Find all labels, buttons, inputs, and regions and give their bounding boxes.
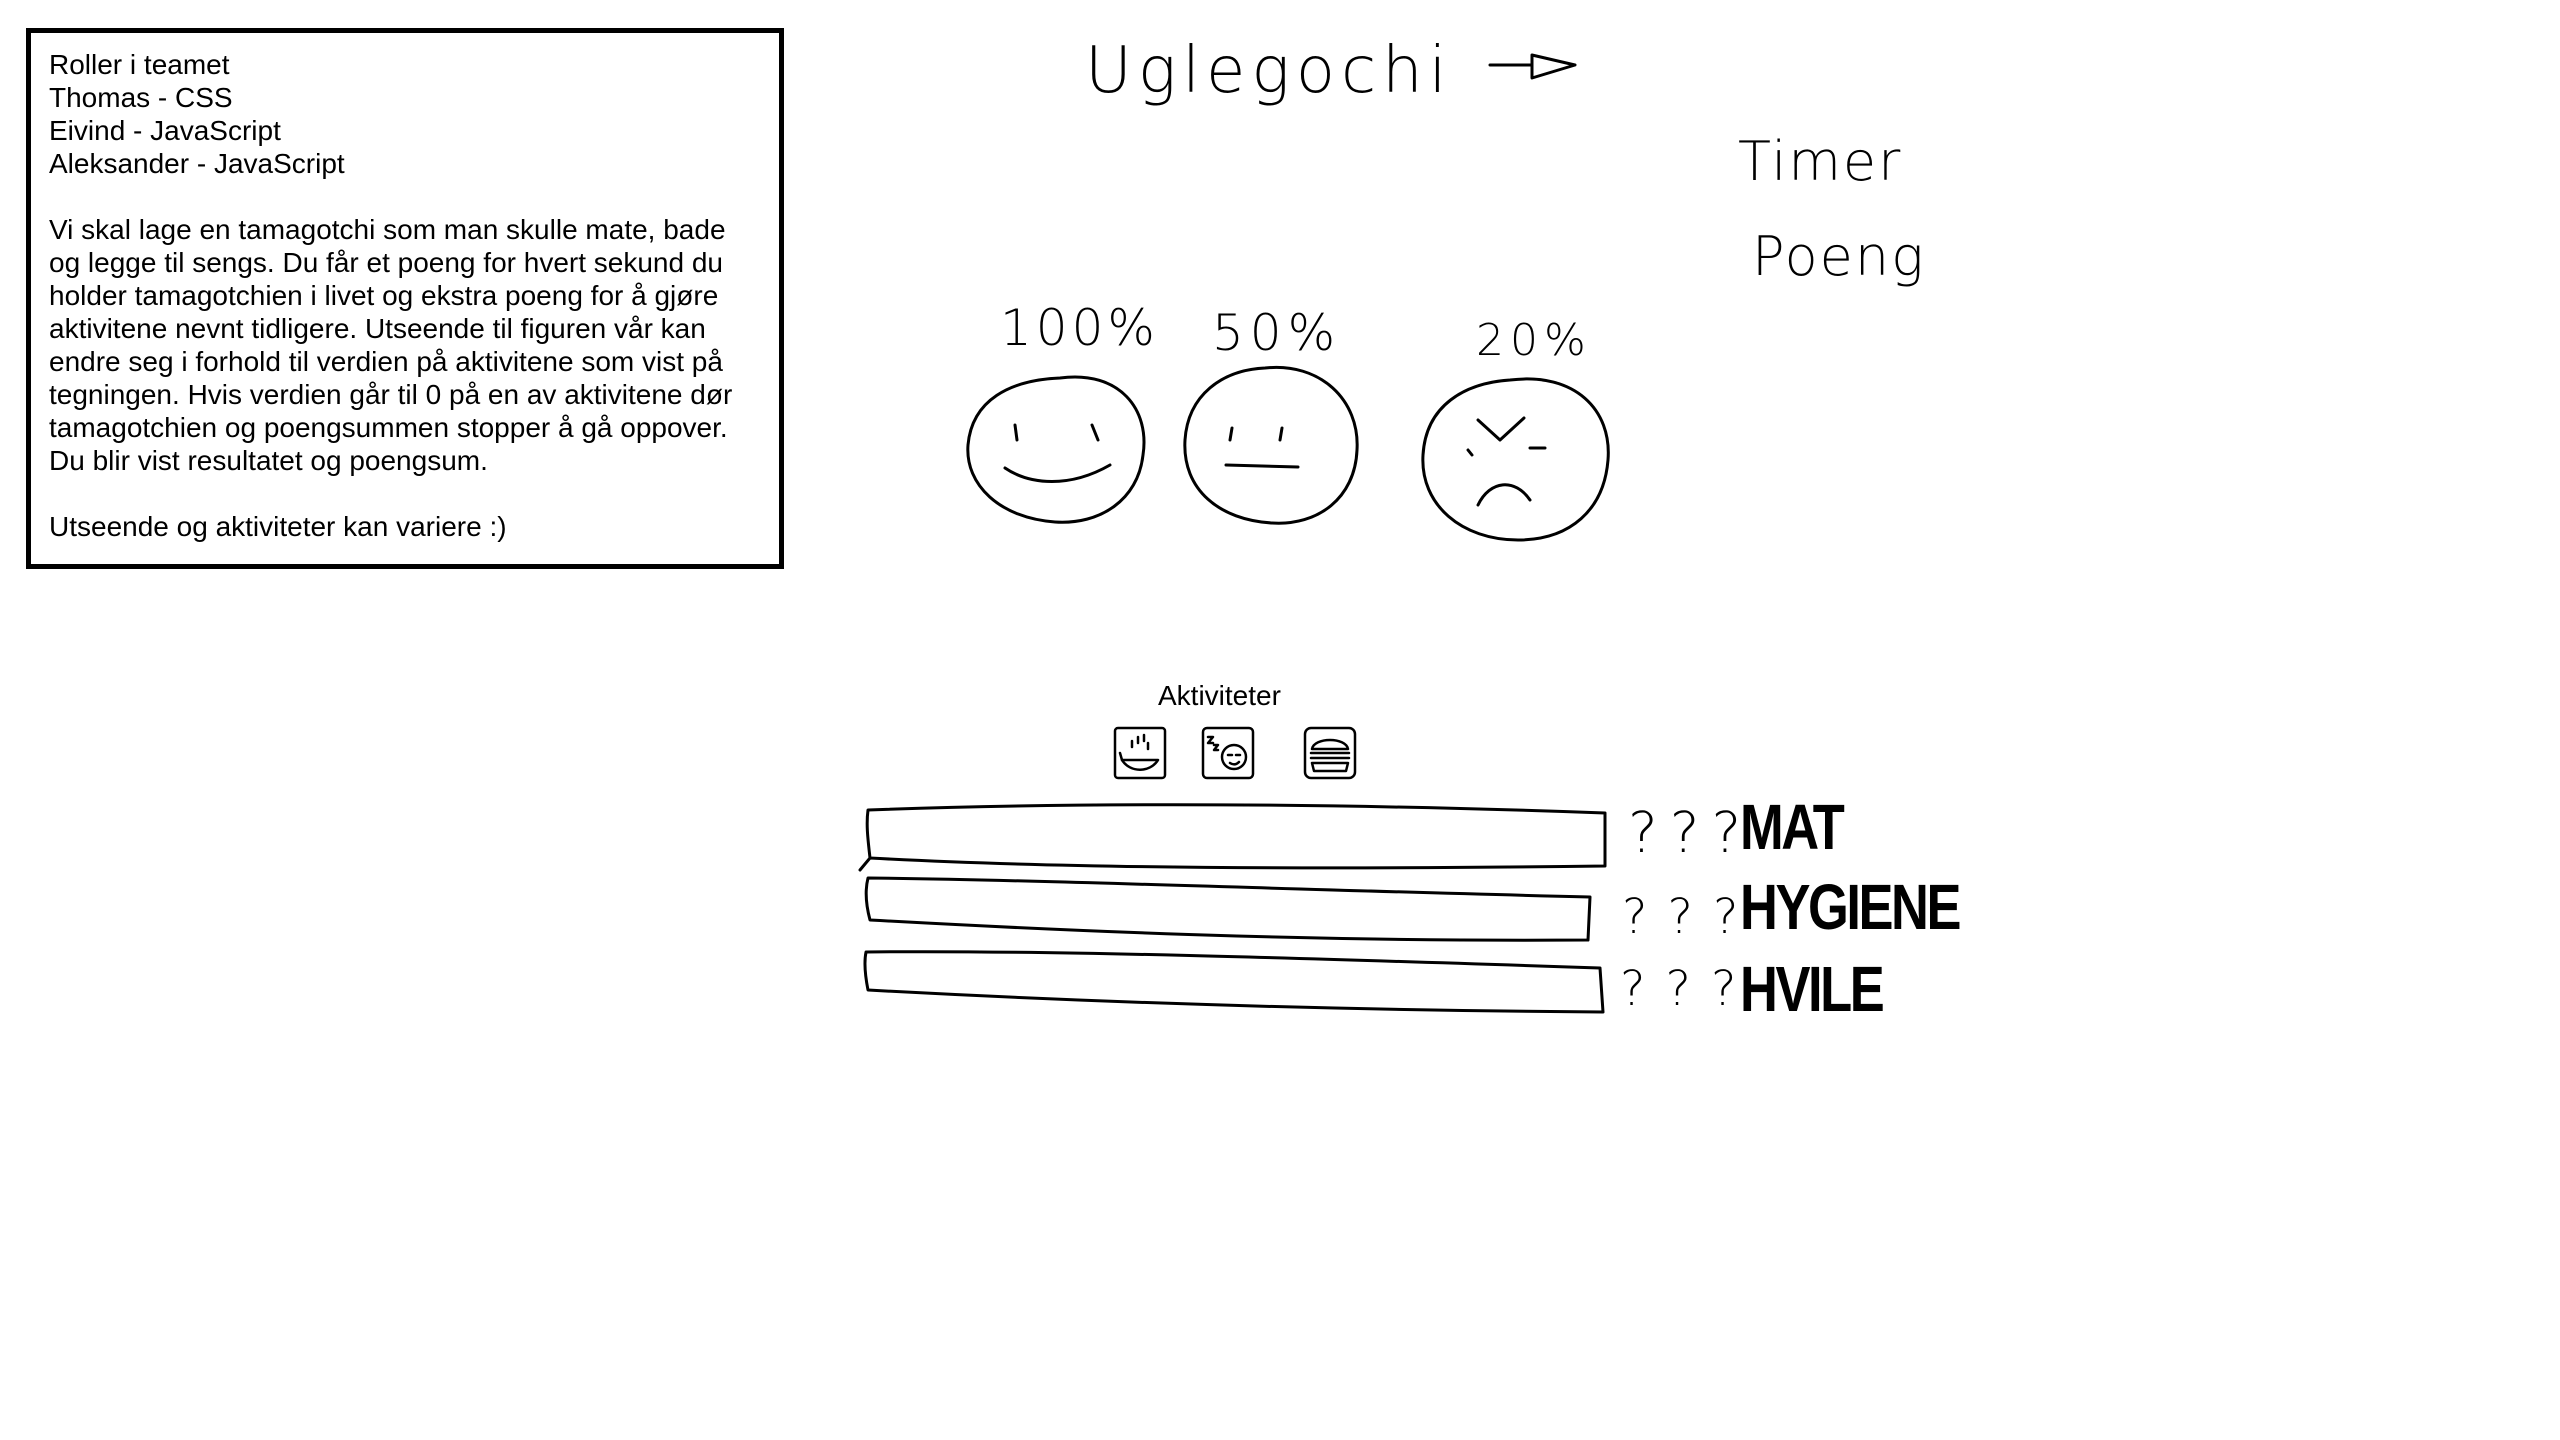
hvile-value: ???: [1620, 961, 1756, 1017]
hvile-label: HVILE: [1740, 953, 1885, 1025]
sketch-canvas: Uglegochi Timer Poeng 100% 50% 20% ??? ?…: [858, 34, 1926, 1017]
angry-face-icon: [1421, 377, 1610, 542]
face-percent-50: 50%: [1212, 304, 1341, 362]
feed-button[interactable]: [1302, 725, 1358, 781]
mat-label: MAT: [1740, 791, 1845, 863]
timer-label: Timer: [1738, 130, 1902, 193]
bath-button[interactable]: [1112, 725, 1168, 781]
hygiene-label: HYGIENE: [1740, 871, 1961, 943]
bath-icon: [1113, 726, 1167, 780]
burger-icon: [1303, 726, 1357, 780]
happy-face-icon: [966, 375, 1146, 524]
sleep-icon: [1201, 726, 1255, 780]
activities-label: Aktiviteter: [1158, 680, 1281, 711]
hygiene-value: ???: [1622, 889, 1758, 945]
sleep-button[interactable]: [1200, 725, 1256, 781]
mat-value: ???: [1628, 801, 1753, 866]
hygiene-bar: [864, 876, 1592, 942]
sketch-title: Uglegochi: [1085, 34, 1453, 108]
mat-bar: [858, 803, 1607, 872]
face-percent-100: 100%: [1000, 299, 1159, 357]
arrow-head: [1530, 53, 1577, 80]
hvile-bar: [863, 950, 1605, 1014]
neutral-face-icon: [1183, 365, 1359, 525]
score-label: Poeng: [1752, 225, 1926, 288]
face-percent-20: 20%: [1476, 315, 1592, 366]
